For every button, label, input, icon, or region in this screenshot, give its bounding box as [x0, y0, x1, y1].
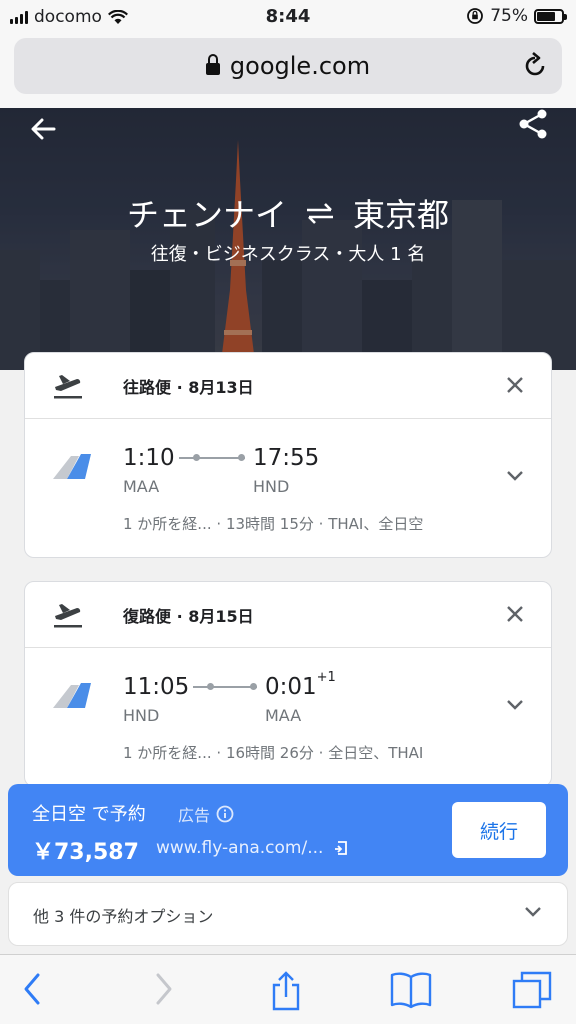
battery-percent: 75% — [490, 6, 528, 26]
ad-url[interactable]: www.fly-ana.com/... — [156, 838, 349, 858]
hero-banner — [0, 108, 576, 370]
ad-label: 広告 — [178, 802, 234, 826]
outbound-flight-card: 往路便 · 8月13日 1:10 17:55 MAA HND 1 か所を経...… — [24, 352, 552, 558]
close-icon[interactable] — [505, 604, 525, 624]
outbound-arrive-time: 17:55 — [253, 445, 320, 471]
return-flight-card: 復路便 · 8月15日 11:05 0:01+1 HND MAA 1 か所を経.… — [24, 581, 552, 787]
ad-price: ￥73,587 — [32, 840, 139, 865]
chevron-down-icon[interactable] — [523, 905, 543, 919]
trip-summary: 往復・ビジネスクラス・大人 1 名 — [150, 244, 426, 265]
reload-icon[interactable] — [522, 52, 548, 80]
outbound-depart-time: 1:10 — [123, 445, 175, 471]
other-options-label: 他 3 件の予約オプション — [33, 907, 214, 926]
tabs-icon[interactable] — [512, 971, 552, 1009]
other-booking-options[interactable]: 他 3 件の予約オプション — [8, 882, 568, 946]
airline-logo-icon — [53, 454, 91, 479]
return-arrive-code: MAA — [265, 706, 302, 725]
status-bar: docomo 8:44 75% — [0, 0, 576, 34]
share-icon[interactable] — [518, 108, 548, 140]
return-segment[interactable]: 11:05 0:01+1 HND MAA 1 か所を経... · 16時間 26… — [25, 648, 551, 786]
outbound-segment[interactable]: 1:10 17:55 MAA HND 1 か所を経... · 13時間 15分 … — [25, 419, 551, 557]
continue-button[interactable]: 続行 — [452, 802, 546, 858]
browser-address-area: google.com — [0, 34, 576, 108]
outbound-depart-code: MAA — [123, 477, 160, 496]
address-bar[interactable]: google.com — [14, 38, 562, 94]
back-icon[interactable] — [20, 971, 46, 1007]
outbound-arrive-code: HND — [253, 477, 290, 496]
return-title: 復路便 · 8月15日 — [123, 606, 254, 626]
share-sheet-icon[interactable] — [270, 971, 302, 1011]
rotation-lock-icon — [467, 8, 484, 24]
return-depart-time: 11:05 — [123, 674, 190, 700]
battery-icon — [534, 8, 567, 24]
return-depart-code: HND — [123, 706, 160, 725]
url-text: google.com — [229, 52, 371, 80]
lock-icon — [205, 54, 220, 75]
forward-icon[interactable] — [150, 971, 176, 1007]
takeoff-icon — [54, 375, 82, 399]
return-details: 1 か所を経... · 16時間 26分 · 全日空、THAI — [123, 744, 424, 762]
close-icon[interactable] — [505, 375, 525, 395]
booking-ad-banner[interactable]: 全日空 で予約 広告 ￥73,587 www.fly-ana.com/... 続… — [8, 784, 568, 876]
bookmarks-icon[interactable] — [390, 971, 432, 1009]
airline-logo-icon — [53, 683, 91, 708]
outbound-details: 1 か所を経... · 13時間 15分 · THAI、全日空 — [123, 515, 424, 533]
swap-icon[interactable] — [305, 201, 335, 225]
outbound-header: 往路便 · 8月13日 — [25, 353, 551, 419]
route-line — [193, 683, 257, 690]
info-icon[interactable] — [216, 805, 234, 823]
outbound-title: 往路便 · 8月13日 — [123, 377, 254, 397]
return-arrive-time: 0:01+1 — [265, 670, 336, 700]
destination-city: 東京都 — [353, 196, 450, 234]
return-header: 復路便 · 8月15日 — [25, 582, 551, 648]
ad-title: 全日空 で予約 — [32, 804, 146, 825]
landing-icon — [54, 604, 82, 628]
chevron-down-icon[interactable] — [505, 469, 525, 483]
chevron-down-icon[interactable] — [505, 698, 525, 712]
origin-city: チェンナイ — [126, 196, 287, 234]
back-arrow-icon[interactable] — [30, 116, 56, 142]
route-heading: チェンナイ 東京都 — [0, 190, 576, 236]
route-line — [179, 454, 245, 461]
external-link-icon — [335, 841, 348, 855]
browser-toolbar — [0, 954, 576, 1024]
